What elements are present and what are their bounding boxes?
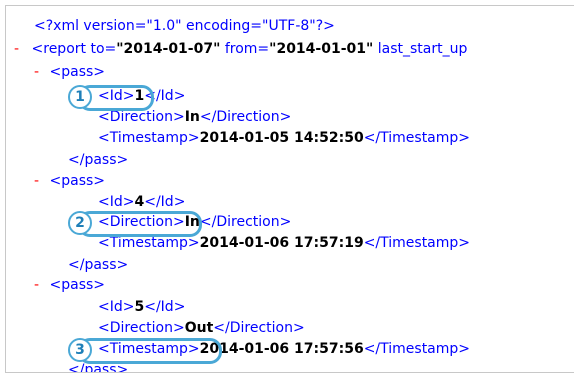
xml-viewer: <?xml version="1.0" encoding="UTF-8"?> -…	[5, 5, 574, 373]
callout-badge: 3	[68, 338, 92, 362]
collapse-toggle[interactable]: -	[34, 173, 39, 189]
pass-close: </pass>	[68, 152, 129, 168]
timestamp-element: <Timestamp>2014-01-05 14:52:50</Timestam…	[98, 130, 471, 146]
pass-close: </pass>	[68, 257, 129, 273]
direction-element: <Direction>Out</Direction>	[98, 320, 305, 336]
collapse-toggle[interactable]: -	[14, 41, 19, 57]
xml-declaration: <?xml version="1.0" encoding="UTF-8"?>	[34, 18, 335, 34]
pass-open: - <pass>	[34, 64, 106, 80]
callout-badge: 1	[68, 85, 92, 109]
id-element: <Id>4</Id>	[98, 194, 186, 210]
pass-open: - <pass>	[34, 173, 106, 189]
report-element: - <report to="2014-01-07" from="2014-01-…	[14, 41, 468, 57]
collapse-toggle[interactable]: -	[34, 277, 39, 293]
callout-outline	[78, 338, 222, 364]
callout-badge: 2	[68, 211, 92, 235]
collapse-toggle[interactable]: -	[34, 64, 39, 80]
report-to-value: "2014-01-07"	[116, 41, 221, 57]
report-from-value: "2014-01-01"	[269, 41, 374, 57]
pass-open: - <pass>	[34, 277, 106, 293]
callout-outline	[78, 211, 202, 237]
id-element: <Id>5</Id>	[98, 299, 186, 315]
